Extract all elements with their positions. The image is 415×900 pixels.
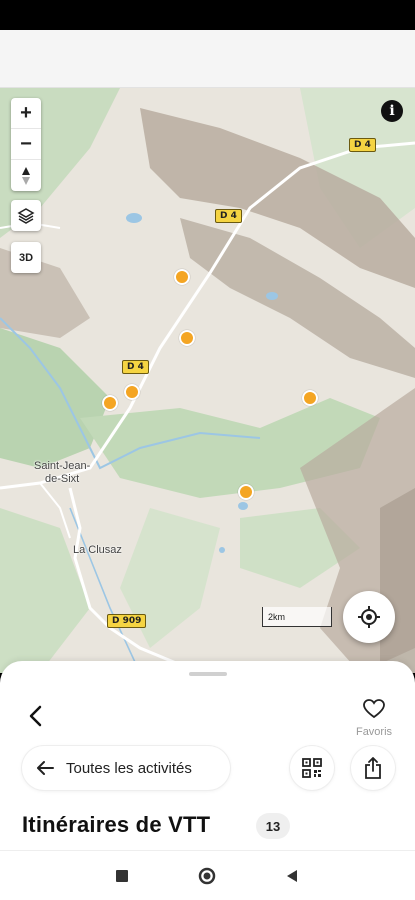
compass-icon xyxy=(22,166,30,185)
layers-icon xyxy=(17,207,35,224)
chevron-left-icon xyxy=(29,705,42,727)
qr-code-icon xyxy=(302,758,322,778)
info-button[interactable]: i xyxy=(381,100,403,122)
layers-button[interactable] xyxy=(11,200,41,231)
crosshair-icon xyxy=(358,606,380,628)
app-top-bar xyxy=(0,30,415,88)
route-marker[interactable] xyxy=(124,384,140,400)
locate-me-button[interactable] xyxy=(343,591,395,643)
zoom-in-button[interactable]: + xyxy=(11,98,41,129)
terrain-layer xyxy=(0,88,415,673)
arrow-left-icon xyxy=(37,761,54,775)
page-title: Itinéraires de VTT xyxy=(22,812,211,837)
share-icon xyxy=(365,757,381,779)
zoom-out-button[interactable]: − xyxy=(11,129,41,160)
map-view[interactable]: + − 3D i D 4 D 4 D 4 D 909 Saint-Jean- d… xyxy=(0,88,415,673)
bottom-sheet: Favoris Toutes les activités Itinéraires… xyxy=(0,661,415,850)
route-marker[interactable] xyxy=(238,484,254,500)
nav-recents-button[interactable] xyxy=(113,867,131,885)
qr-code-button[interactable] xyxy=(290,746,334,790)
town-label-la-clusaz: La Clusaz xyxy=(73,544,122,556)
triangle-back-icon xyxy=(287,870,297,882)
route-marker[interactable] xyxy=(102,395,118,411)
compass-button[interactable] xyxy=(11,160,41,191)
favorites-button[interactable]: Favoris xyxy=(353,699,395,738)
square-icon xyxy=(116,870,128,882)
road-label: D 4 xyxy=(349,138,376,152)
town-label-line: de-Sixt xyxy=(45,473,80,485)
road-label: D 4 xyxy=(215,209,242,223)
mode-3d-control: 3D xyxy=(11,242,41,273)
map-scale: 2km xyxy=(262,607,332,627)
circle-icon xyxy=(198,867,216,885)
system-nav-bar xyxy=(0,850,415,900)
route-marker[interactable] xyxy=(302,390,318,406)
all-activities-label: Toutes les activités xyxy=(66,759,192,777)
share-button[interactable] xyxy=(351,746,395,790)
heart-icon xyxy=(363,699,385,719)
status-bar xyxy=(0,0,415,30)
town-label-line: Saint-Jean- xyxy=(34,460,91,472)
back-button[interactable] xyxy=(22,703,48,729)
nav-home-button[interactable] xyxy=(198,867,216,885)
sheet-drag-handle[interactable] xyxy=(189,672,227,676)
favorites-label: Favoris xyxy=(355,726,393,738)
zoom-controls: + − xyxy=(11,98,41,191)
town-label-saint-jean-de-sixt: Saint-Jean- de-Sixt xyxy=(34,460,90,486)
all-activities-button[interactable]: Toutes les activités xyxy=(22,746,230,790)
road-label: D 909 xyxy=(107,614,147,628)
nav-back-button[interactable] xyxy=(283,867,301,885)
road-label: D 4 xyxy=(122,360,149,374)
route-marker[interactable] xyxy=(179,330,195,346)
layers-control xyxy=(11,200,41,231)
mode-3d-button[interactable]: 3D xyxy=(11,242,41,273)
result-count-badge: 13 xyxy=(256,813,290,839)
route-marker[interactable] xyxy=(174,269,190,285)
